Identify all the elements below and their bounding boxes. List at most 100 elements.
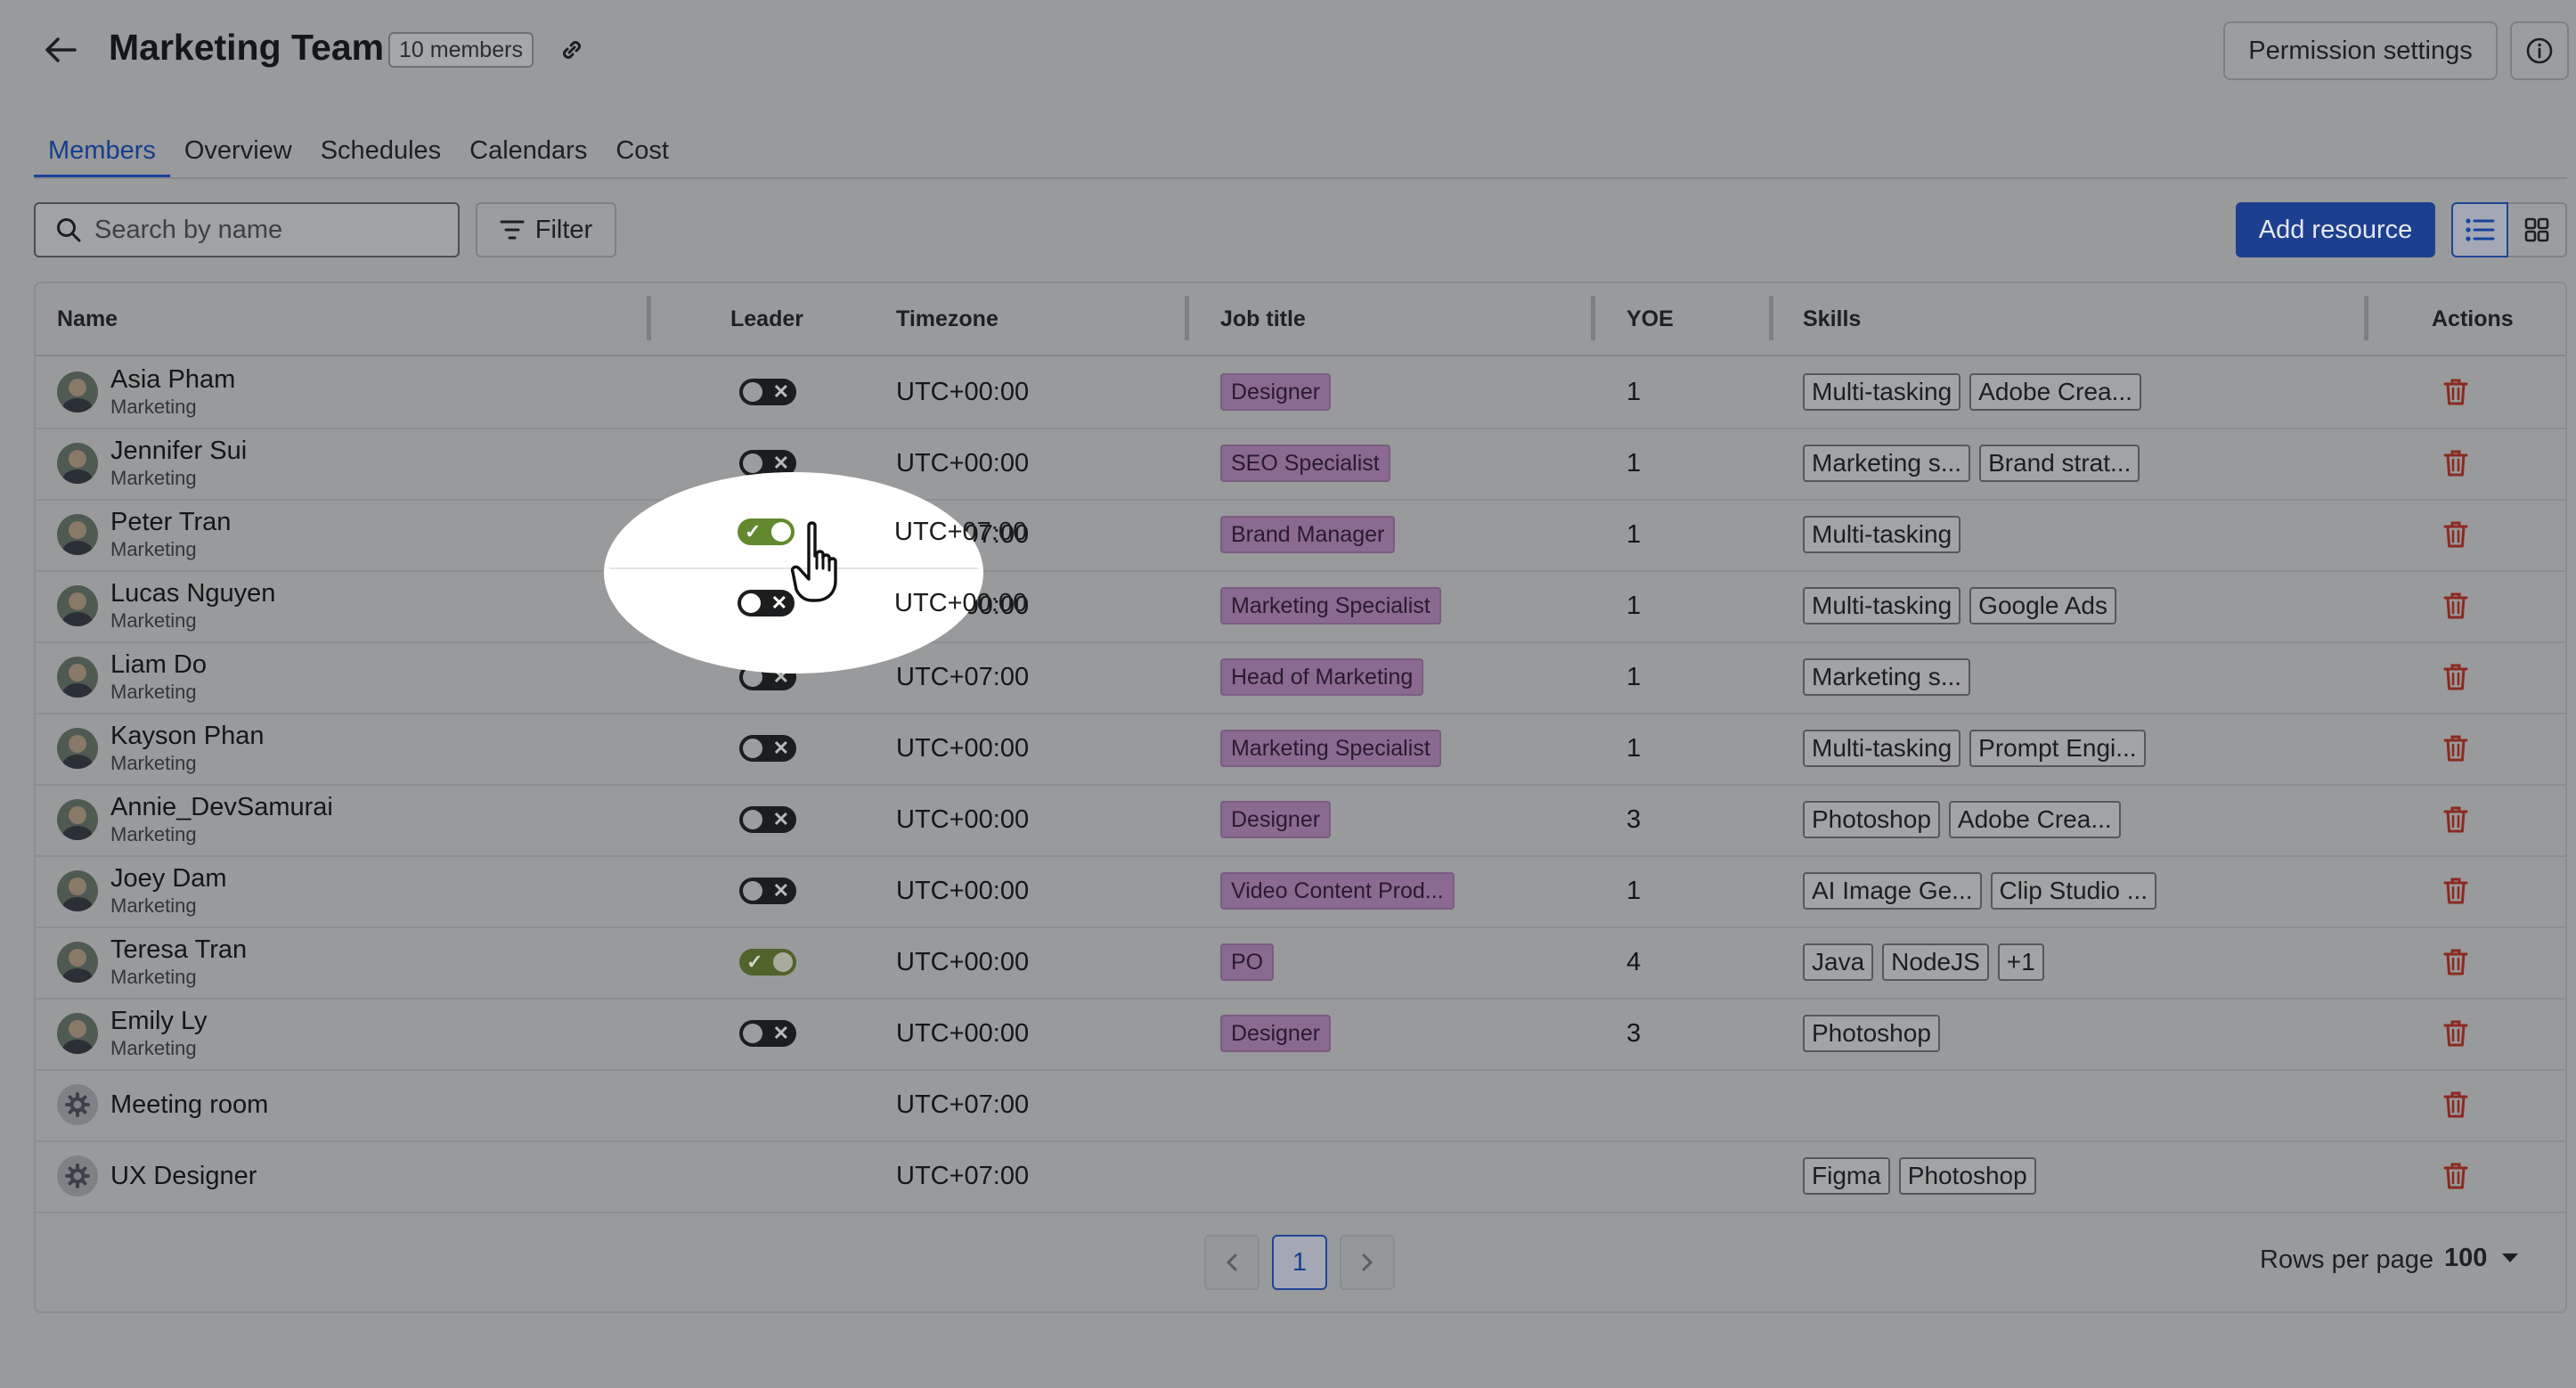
grid-view-toggle[interactable]: [2508, 202, 2567, 257]
col-timezone-header[interactable]: Timezone: [896, 283, 999, 355]
delete-button[interactable]: [2438, 588, 2474, 624]
tab-members[interactable]: Members: [34, 130, 170, 178]
members-table: Name Leader Timezone Job title YOE Skill…: [34, 282, 2567, 1313]
member-name[interactable]: Kayson Phan: [110, 722, 265, 751]
table-row[interactable]: Emily Ly Marketing ✕ UTC+00:00 Designer 3 Phot…: [36, 998, 2565, 1071]
tab-cost[interactable]: Cost: [601, 130, 683, 175]
table-row[interactable]: Peter TranMarketing ✓ UTC+07:00 Brand Manag…: [36, 499, 2565, 572]
table-row[interactable]: Liam Do Marketing ✕ UTC+07:00 Head of Market…: [36, 641, 2565, 714]
tab-calendars[interactable]: Calendars: [455, 130, 601, 175]
resource-name[interactable]: UX Designer: [110, 1162, 257, 1191]
leader-toggle-spotlight-off[interactable]: ✕: [738, 590, 795, 616]
copy-link-button[interactable]: [554, 32, 590, 68]
info-button[interactable]: [2510, 21, 2569, 80]
column-resizer[interactable]: [1769, 296, 1773, 340]
leader-toggle[interactable]: ✕: [739, 735, 796, 762]
permission-settings-button[interactable]: Permission settings: [2223, 21, 2498, 80]
next-page-button[interactable]: [1340, 1235, 1395, 1290]
trash-icon: [2443, 450, 2468, 477]
tab-schedules[interactable]: Schedules: [306, 130, 455, 175]
leader-toggle[interactable]: ✕: [739, 806, 796, 833]
column-resizer[interactable]: [1591, 296, 1595, 340]
delete-button[interactable]: [2438, 1087, 2474, 1123]
page-1-button[interactable]: 1: [1272, 1235, 1327, 1290]
table-row[interactable]: UX Designer UTC+07:00 Figma Photoshop: [36, 1140, 2565, 1213]
col-job-header[interactable]: Job title: [1220, 283, 1306, 355]
search-input[interactable]: [93, 214, 435, 246]
more-skills-badge[interactable]: +1: [1997, 943, 2044, 981]
prev-page-button[interactable]: [1204, 1235, 1259, 1290]
col-skills-header[interactable]: Skills: [1803, 283, 1861, 355]
skill-tag: Multi-tasking: [1803, 516, 1961, 553]
member-name[interactable]: Teresa Tran: [110, 935, 247, 965]
skill-tag: Photoshop: [1898, 1157, 2036, 1195]
delete-button[interactable]: [2438, 802, 2474, 837]
table-row[interactable]: Joey Dam Marketing ✕ UTC+00:00 Video Content…: [36, 855, 2565, 928]
leader-cell: ✓: [739, 927, 796, 998]
member-name[interactable]: Emily Ly: [110, 1007, 208, 1036]
job-title-tag: Head of Marketing: [1220, 658, 1424, 696]
col-yoe-header[interactable]: YOE: [1626, 283, 1674, 355]
table-row[interactable]: Kayson Phan Marketing ✕ UTC+00:00 Marketing …: [36, 713, 2565, 786]
leader-toggle-spotlight-on[interactable]: ✓: [738, 518, 795, 545]
skill-tag: Photoshop: [1803, 1015, 1940, 1052]
member-name[interactable]: Peter Tran: [110, 508, 231, 537]
trash-icon: [2443, 878, 2468, 904]
delete-button[interactable]: [2438, 944, 2474, 980]
skills-cell: AI Image Ge... Clip Studio ...: [1803, 855, 2165, 927]
member-name[interactable]: Liam Do: [110, 650, 207, 680]
skill-tag: Prompt Engi...: [1969, 730, 2146, 767]
resource-name[interactable]: Meeting room: [110, 1090, 268, 1120]
job-title-tag: Marketing Specialist: [1220, 730, 1441, 767]
yoe-cell: 4: [1626, 947, 1642, 976]
member-name[interactable]: Jennifer Sui: [110, 437, 247, 466]
job-title-tag: PO: [1220, 943, 1275, 981]
table-row[interactable]: Teresa Tran Marketing ✓ UTC+00:00 PO 4 Java Nod…: [36, 927, 2565, 1000]
col-leader-header[interactable]: Leader: [730, 283, 803, 355]
member-name[interactable]: Annie_DevSamurai: [110, 793, 333, 822]
rows-per-page-select[interactable]: 100: [2444, 1240, 2519, 1276]
table-row[interactable]: Annie_DevSamurai Marketing ✕ UTC+00:00 Desig…: [36, 784, 2565, 857]
leader-toggle[interactable]: ✕: [739, 1020, 796, 1047]
delete-button[interactable]: [2438, 1158, 2474, 1194]
delete-button[interactable]: [2438, 374, 2474, 410]
column-resizer[interactable]: [1185, 296, 1189, 340]
delete-button[interactable]: [2438, 445, 2474, 481]
member-name[interactable]: Asia Pham: [110, 365, 235, 395]
member-name[interactable]: Lucas Nguyen: [110, 579, 275, 608]
leader-toggle[interactable]: ✕: [739, 379, 796, 405]
back-button[interactable]: [41, 32, 80, 68]
delete-button[interactable]: [2438, 731, 2474, 766]
table-row[interactable]: Jennifer Sui Marketing ✕ UTC+00:00 SEO Speci…: [36, 428, 2565, 501]
table-row[interactable]: Asia Pham Marketing ✕ UTC+00:00 Designer 1 Mul…: [36, 356, 2565, 429]
name-cell: Jennifer Sui Marketing: [57, 428, 247, 499]
filter-button[interactable]: Filter: [476, 202, 616, 257]
tab-overview[interactable]: Overview: [170, 130, 306, 175]
trash-icon: [2443, 1163, 2468, 1189]
skill-tag: Brand strat...: [1979, 445, 2140, 482]
yoe-cell: 1: [1626, 591, 1642, 620]
job-title-tag: Designer: [1220, 801, 1332, 838]
delete-button[interactable]: [2438, 517, 2474, 552]
yoe-cell: 1: [1626, 448, 1642, 478]
actions-cell: [2438, 855, 2474, 927]
list-view-toggle[interactable]: [2451, 202, 2508, 257]
caret-down-icon: [2502, 1253, 2519, 1262]
table-row[interactable]: Lucas NguyenMarketing ✕ UTC+00:00 Marketing…: [36, 570, 2565, 643]
leader-toggle[interactable]: ✕: [739, 878, 796, 904]
member-name[interactable]: Joey Dam: [110, 864, 227, 894]
actions-cell: [2438, 1069, 2474, 1140]
skills-cell: Photoshop Adobe Crea...: [1803, 784, 2130, 855]
chevron-right-icon: [1362, 1253, 1373, 1271]
column-resizer[interactable]: [647, 296, 651, 340]
delete-button[interactable]: [2438, 659, 2474, 695]
leader-toggle[interactable]: ✓: [739, 949, 796, 976]
column-resizer[interactable]: [2364, 296, 2368, 340]
skill-tag: Multi-tasking: [1803, 373, 1961, 411]
add-resource-button[interactable]: Add resource: [2236, 202, 2435, 257]
table-row[interactable]: Meeting room UTC+07:00: [36, 1069, 2565, 1142]
delete-button[interactable]: [2438, 1016, 2474, 1051]
col-name-header[interactable]: Name: [57, 283, 118, 355]
delete-button[interactable]: [2438, 873, 2474, 909]
yoe-cell: 1: [1626, 519, 1642, 549]
